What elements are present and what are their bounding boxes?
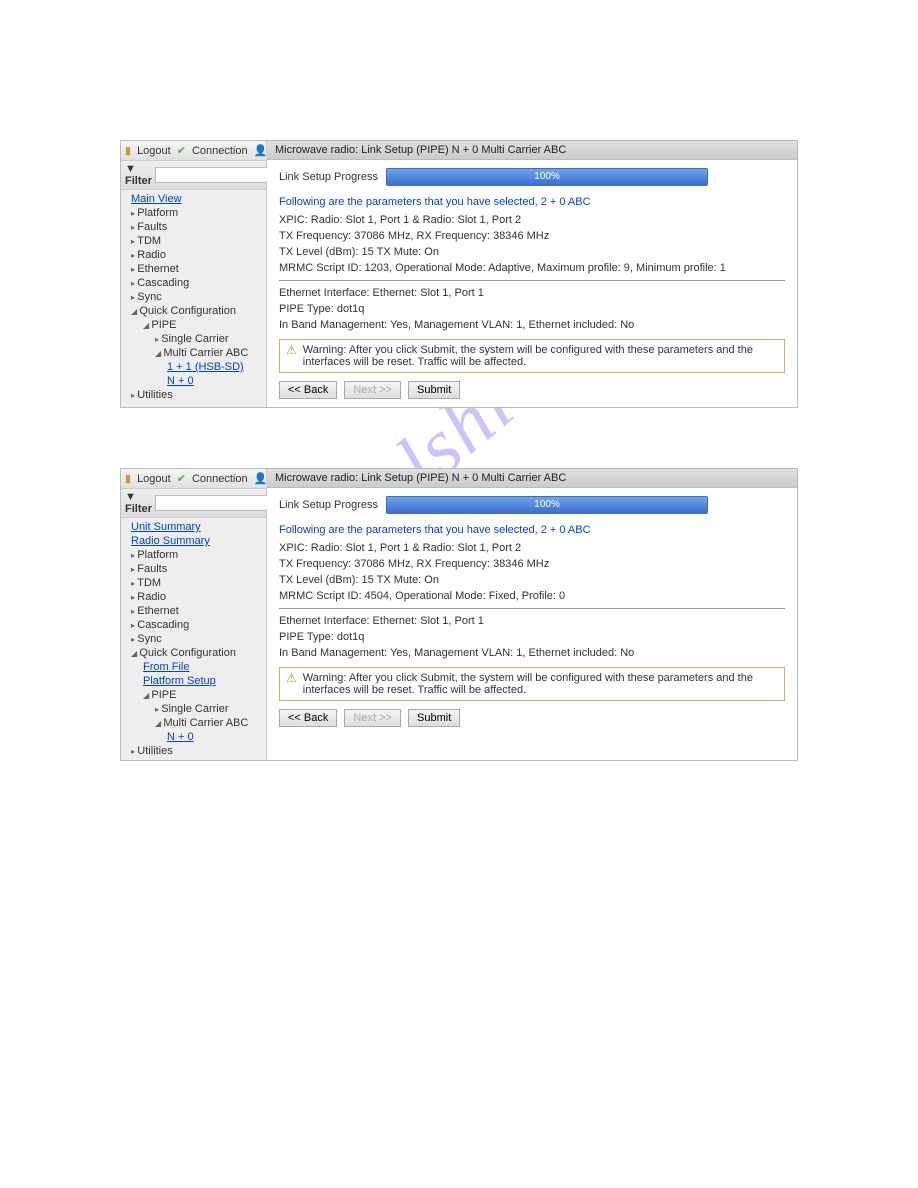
tree-multi[interactable]: Multi Carrier ABC — [121, 716, 266, 730]
logout-icon: ▮ — [125, 472, 131, 485]
param-txlevel: TX Level (dBm): 15 TX Mute: On — [279, 246, 785, 258]
progress-bar: 100% — [386, 168, 708, 186]
connection-link[interactable]: Connection — [192, 473, 248, 485]
tree-main-view[interactable]: Main View — [131, 193, 182, 205]
divider — [279, 280, 785, 281]
admin-icon: 👤 — [254, 144, 268, 157]
tree-single[interactable]: Single Carrier — [121, 702, 266, 716]
progress-label: Link Setup Progress — [279, 499, 378, 511]
topbar: ▮ Logout ✔ Connection 👤 Admin — [121, 141, 266, 161]
tree-pipe[interactable]: PIPE — [121, 688, 266, 702]
warning-box: ⚠ Warning: After you click Submit, the s… — [279, 667, 785, 701]
panel-1: ▮ Logout ✔ Connection 👤 Admin ▼ Filter x… — [120, 140, 798, 408]
tree-n0[interactable]: N + 0 — [167, 731, 194, 743]
logout-link[interactable]: Logout — [137, 473, 171, 485]
param-xpic: XPIC: Radio: Slot 1, Port 1 & Radio: Slo… — [279, 214, 785, 226]
warning-text: Warning: After you click Submit, the sys… — [303, 344, 778, 368]
warning-icon: ⚠ — [286, 344, 297, 356]
logout-link[interactable]: Logout — [137, 145, 171, 157]
tree-from-file[interactable]: From File — [143, 661, 189, 673]
sidebar: ▮ Logout ✔ Connection 👤 Admin ▼ Filter x… — [121, 141, 267, 407]
tree-tdm[interactable]: TDM — [121, 234, 266, 248]
selected-header: Following are the parameters that you ha… — [279, 524, 785, 536]
filter-row: ▼ Filter x — [121, 489, 266, 518]
next-button: Next >> — [344, 709, 401, 727]
warning-box: ⚠ Warning: After you click Submit, the s… — [279, 339, 785, 373]
tree-n0[interactable]: N + 0 — [167, 375, 194, 387]
page-title: Microwave radio: Link Setup (PIPE) N + 0… — [267, 469, 797, 488]
filter-label: ▼ Filter — [125, 163, 152, 187]
param-pipetype: PIPE Type: dot1q — [279, 631, 785, 643]
sidebar: ▮ Logout ✔ Connection 👤 Admin ▼ Filter x… — [121, 469, 267, 760]
tree-ethernet[interactable]: Ethernet — [121, 604, 266, 618]
tree-pipe[interactable]: PIPE — [121, 318, 266, 332]
tree-quick[interactable]: Quick Configuration — [121, 304, 266, 318]
tree-utilities[interactable]: Utilities — [121, 744, 266, 758]
connection-icon: ✔ — [177, 472, 186, 485]
param-txfreq: TX Frequency: 37086 MHz, RX Frequency: 3… — [279, 558, 785, 570]
tree-radio[interactable]: Radio — [121, 590, 266, 604]
param-pipetype: PIPE Type: dot1q — [279, 303, 785, 315]
tree-cascading[interactable]: Cascading — [121, 618, 266, 632]
tree-cascading[interactable]: Cascading — [121, 276, 266, 290]
connection-icon: ✔ — [177, 144, 186, 157]
tree-platform-setup[interactable]: Platform Setup — [143, 675, 216, 687]
filter-row: ▼ Filter x — [121, 161, 266, 190]
tree-unit-summary[interactable]: Unit Summary — [131, 521, 201, 533]
admin-icon: 👤 — [254, 472, 268, 485]
page-title: Microwave radio: Link Setup (PIPE) N + 0… — [267, 141, 797, 160]
param-inband: In Band Management: Yes, Management VLAN… — [279, 647, 785, 659]
back-button[interactable]: << Back — [279, 381, 337, 399]
main-content: Microwave radio: Link Setup (PIPE) N + 0… — [267, 469, 797, 760]
tree-multi[interactable]: Multi Carrier ABC — [121, 346, 266, 360]
tree-faults[interactable]: Faults — [121, 220, 266, 234]
tree-radio[interactable]: Radio — [121, 248, 266, 262]
tree-single[interactable]: Single Carrier — [121, 332, 266, 346]
tree-faults[interactable]: Faults — [121, 562, 266, 576]
connection-link[interactable]: Connection — [192, 145, 248, 157]
tree-platform[interactable]: Platform — [121, 206, 266, 220]
param-ethif: Ethernet Interface: Ethernet: Slot 1, Po… — [279, 287, 785, 299]
param-mrmc: MRMC Script ID: 1203, Operational Mode: … — [279, 262, 785, 274]
param-txlevel: TX Level (dBm): 15 TX Mute: On — [279, 574, 785, 586]
param-txfreq: TX Frequency: 37086 MHz, RX Frequency: 3… — [279, 230, 785, 242]
progress-bar: 100% — [386, 496, 708, 514]
warning-icon: ⚠ — [286, 672, 297, 684]
next-button: Next >> — [344, 381, 401, 399]
topbar: ▮ Logout ✔ Connection 👤 Admin — [121, 469, 266, 489]
tree-sync[interactable]: Sync — [121, 290, 266, 304]
back-button[interactable]: << Back — [279, 709, 337, 727]
param-ethif: Ethernet Interface: Ethernet: Slot 1, Po… — [279, 615, 785, 627]
param-mrmc: MRMC Script ID: 4504, Operational Mode: … — [279, 590, 785, 602]
nav-tree: Main View Platform Faults TDM Radio Ethe… — [121, 190, 266, 404]
progress-label: Link Setup Progress — [279, 171, 378, 183]
tree-quick[interactable]: Quick Configuration — [121, 646, 266, 660]
tree-platform[interactable]: Platform — [121, 548, 266, 562]
tree-sync[interactable]: Sync — [121, 632, 266, 646]
tree-tdm[interactable]: TDM — [121, 576, 266, 590]
divider — [279, 608, 785, 609]
param-inband: In Band Management: Yes, Management VLAN… — [279, 319, 785, 331]
submit-button[interactable]: Submit — [408, 381, 460, 399]
selected-header: Following are the parameters that you ha… — [279, 196, 785, 208]
panel-2: ▮ Logout ✔ Connection 👤 Admin ▼ Filter x… — [120, 468, 798, 761]
tree-hsb[interactable]: 1 + 1 (HSB-SD) — [167, 361, 244, 373]
main-content: Microwave radio: Link Setup (PIPE) N + 0… — [267, 141, 797, 407]
tree-ethernet[interactable]: Ethernet — [121, 262, 266, 276]
nav-tree: Unit Summary Radio Summary Platform Faul… — [121, 518, 266, 760]
param-xpic: XPIC: Radio: Slot 1, Port 1 & Radio: Slo… — [279, 542, 785, 554]
tree-radio-summary[interactable]: Radio Summary — [131, 535, 210, 547]
filter-label: ▼ Filter — [125, 491, 152, 515]
warning-text: Warning: After you click Submit, the sys… — [303, 672, 778, 696]
submit-button[interactable]: Submit — [408, 709, 460, 727]
logout-icon: ▮ — [125, 144, 131, 157]
tree-utilities[interactable]: Utilities — [121, 388, 266, 402]
